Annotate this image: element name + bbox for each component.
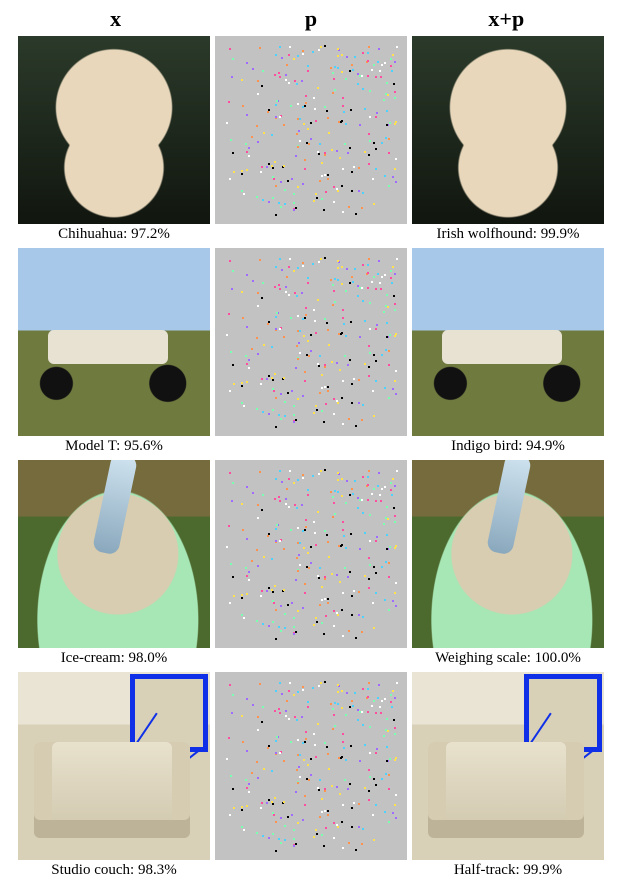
cell-original: Studio couch: 98.3% (18, 672, 210, 882)
image-perturbation (215, 672, 407, 860)
image-adversarial (412, 248, 604, 436)
cell-perturbation (215, 248, 407, 458)
caption-original: Studio couch: 98.3% (18, 860, 210, 882)
caption-adversarial: Irish wolfhound: 99.9% (412, 224, 604, 246)
image-adversarial (412, 36, 604, 224)
image-adversarial (412, 460, 604, 648)
cell-adversarial: Weighing scale: 100.0% (412, 460, 604, 670)
image-original (18, 672, 210, 860)
header-xp: x+p (410, 6, 602, 32)
caption-perturbation (215, 648, 407, 670)
zoom-source-box (106, 790, 142, 826)
caption-perturbation (215, 860, 407, 882)
cell-perturbation (215, 460, 407, 670)
caption-adversarial: Half-track: 99.9% (412, 860, 604, 882)
figure-grid: x p x+p Chihuahua: 97.2% Irish wolfhound… (0, 0, 622, 884)
cell-perturbation (215, 672, 407, 882)
header-p: p (215, 6, 407, 32)
cell-adversarial: Irish wolfhound: 99.9% (412, 36, 604, 246)
cell-original: Model T: 95.6% (18, 248, 210, 458)
cell-perturbation (215, 36, 407, 246)
header-x: x (20, 6, 212, 32)
figure-row: Studio couch: 98.3% Half-track: 99.9% (18, 672, 604, 884)
caption-original: Ice-cream: 98.0% (18, 648, 210, 670)
image-perturbation (215, 36, 407, 224)
image-perturbation (215, 460, 407, 648)
zoom-inset (524, 674, 602, 752)
caption-original: Chihuahua: 97.2% (18, 224, 210, 246)
image-original (18, 460, 210, 648)
caption-original: Model T: 95.6% (18, 436, 210, 458)
zoom-source-box (500, 790, 536, 826)
zoom-connector (141, 747, 202, 795)
image-perturbation (215, 248, 407, 436)
image-adversarial (412, 672, 604, 860)
caption-perturbation (215, 224, 407, 246)
zoom-connector (535, 747, 596, 795)
caption-perturbation (215, 436, 407, 458)
zoom-inset (130, 674, 208, 752)
image-original (18, 248, 210, 436)
figure-row: Ice-cream: 98.0% Weighing scale: 100.0% (18, 460, 604, 672)
cell-adversarial: Indigo bird: 94.9% (412, 248, 604, 458)
cell-adversarial: Half-track: 99.9% (412, 672, 604, 882)
figure-row: Model T: 95.6% Indigo bird: 94.9% (18, 248, 604, 460)
cell-original: Chihuahua: 97.2% (18, 36, 210, 246)
cell-original: Ice-cream: 98.0% (18, 460, 210, 670)
column-headers: x p x+p (18, 6, 604, 32)
caption-adversarial: Indigo bird: 94.9% (412, 436, 604, 458)
image-original (18, 36, 210, 224)
caption-adversarial: Weighing scale: 100.0% (412, 648, 604, 670)
figure-row: Chihuahua: 97.2% Irish wolfhound: 99.9% (18, 36, 604, 248)
